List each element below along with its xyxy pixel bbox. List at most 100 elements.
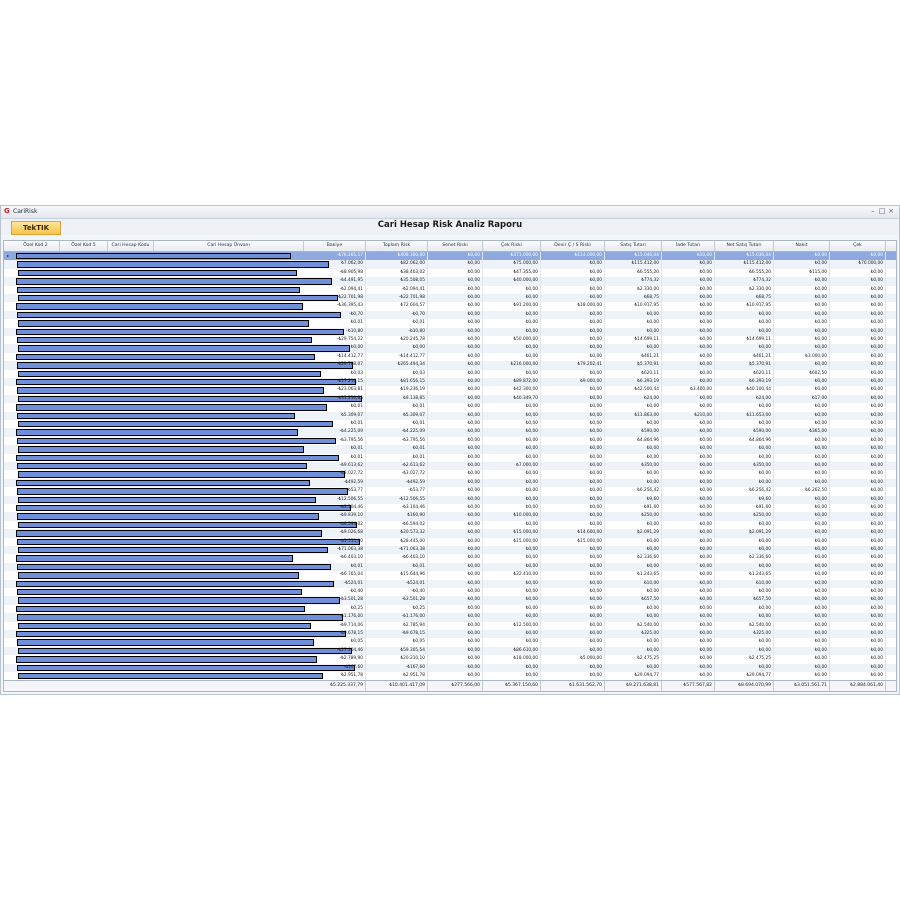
- table-row[interactable]: ₺0,05 ₺0,05 ₺0,00 ₺0,00 ₺0,00 ₺0,00 ₺0,00 ₺0,00…: [4, 638, 896, 647]
- table-row[interactable]: -₺9.678,15 -₺9.678,15 ₺0,00 ₺0,00 ₺0,00 ₺325,…: [4, 630, 896, 639]
- table-cell: ₺0,00: [605, 344, 662, 353]
- table-row[interactable]: -₺29.708,07 ₺265.494,34 ₺0,00 ₺216.000,00 ₺7…: [4, 361, 896, 370]
- table-row[interactable]: ₺0,01 ₺0,01 ₺0,00 ₺0,00 ₺0,00 ₺0,00 ₺0,00 ₺0,00…: [4, 319, 896, 328]
- table-cell: ₺0,01: [304, 319, 366, 328]
- column-header[interactable]: Cari Hesap Kodu: [108, 241, 154, 251]
- table-row[interactable]: -₺2.789,90 ₺20.210,10 ₺0,00 ₺18.000,00 ₺5.00…: [4, 655, 896, 664]
- table-row[interactable]: -₺29.754,22 ₺20.245,78 ₺0,00 ₺50.000,00 ₺0,0…: [4, 336, 896, 345]
- table-row[interactable]: -₺6.594,02 -₺6.594,02 ₺0,00 ₺0,00 ₺0,00 ₺0,00…: [4, 520, 896, 530]
- table-row[interactable]: ₺0,01 ₺0,01 ₺0,00 ₺0,00 ₺0,00 ₺0,00 ₺0,00 ₺0,00…: [4, 453, 896, 462]
- column-header[interactable]: Özel Kod 2: [12, 241, 60, 251]
- table-row[interactable]: -₺17.216,15 ₺81.656,15 ₺0,00 ₺89.872,00 ₺9.0…: [4, 378, 896, 387]
- table-row[interactable]: -₺4.225,09 -₺4.225,09 ₺0,00 ₺0,00 ₺0,00 ₺590,…: [4, 428, 896, 437]
- column-header[interactable]: Devir Ç / S Riski: [541, 241, 605, 251]
- table-row[interactable]: ▸ -₺76.265,17 ₺408.300,00 ₺0,00 ₺371.000,00 ₺…: [4, 252, 896, 261]
- column-header[interactable]: İade Tutarı: [662, 241, 715, 251]
- table-row[interactable]: -₺23.063,81 ₺19.236,19 ₺0,00 ₺42.300,00 ₺0,0…: [4, 386, 896, 395]
- row-indicator-icon: [4, 344, 12, 352]
- table-row[interactable]: -₺14.412,77 -₺14.412,77 ₺0,00 ₺0,00 ₺0,00 ₺46…: [4, 352, 896, 362]
- table-row[interactable]: ₺5.309,07 ₺5.309,07 ₺0,00 ₺0,00 ₺0,00 ₺11.863…: [4, 411, 896, 420]
- minimize-icon[interactable]: –: [869, 207, 877, 215]
- table-row[interactable]: -₺12.506,55 -₺12.506,55 ₺0,00 ₺0,00 ₺0,00 ₺9,…: [4, 495, 896, 504]
- table-row[interactable]: -₺9.839,10 ₺160,90 ₺0,00 ₺10.000,00 ₺0,00 ₺25…: [4, 512, 896, 521]
- table-row[interactable]: -₺492,59 -₺492,59 ₺0,00 ₺0,00 ₺0,00 ₺0,00 ₺0,0…: [4, 478, 896, 488]
- column-header[interactable]: Nakit: [774, 241, 830, 251]
- table-row[interactable]: -₺6.403,10 -₺6.403,10 ₺0,00 ₺0,00 ₺0,00 ₺2.33…: [4, 554, 896, 563]
- table-row[interactable]: -₺0,40 -₺0,40 ₺0,00 ₺0,00 ₺0,00 ₺0,00 ₺0,00 ₺0,…: [4, 588, 896, 597]
- table-cell: ₺0,00: [541, 436, 605, 446]
- table-row[interactable]: -₺8.905,98 ₺38.403,02 ₺0,00 ₺47.355,00 ₺0,00…: [4, 268, 896, 278]
- table-cell: ₺0,00: [830, 445, 886, 454]
- table-cell: ₺79.202,41: [541, 361, 605, 370]
- table-cell: ₺38.403,02: [366, 268, 428, 278]
- table-row[interactable]: ₺0,01 ₺0,01 ₺0,00 ₺0,00 ₺0,00 ₺0,00 ₺0,00 ₺0,00…: [4, 562, 896, 572]
- table-row[interactable]: -₺10,80 -₺10,80 ₺0,00 ₺0,00 ₺0,00 ₺0,00 ₺0,00 ₺…: [4, 327, 896, 336]
- table-cell: ₺0,00: [715, 344, 774, 353]
- table-cell: ₺7.000,00: [483, 462, 541, 471]
- table-cell: ₺0,00: [483, 352, 541, 362]
- table-row[interactable]: ₺0,03 ₺0,03 ₺0,00 ₺0,00 ₺0,00 ₺620,11 ₺0,00 ₺62…: [4, 369, 896, 378]
- table-cell: ₺0,00: [605, 546, 662, 555]
- table-cell: ₺6.256,42: [715, 487, 774, 496]
- total-cell: ₺9.271.638,81: [605, 681, 662, 691]
- table-row[interactable]: -₺3.501,28 -₺3.501,28 ₺0,00 ₺0,00 ₺0,00 ₺657,…: [4, 596, 896, 605]
- report-grid[interactable]: Özel Kod 2 Özel Kod 5 Cari Hesap Kodu Cari …: [3, 240, 897, 692]
- close-icon[interactable]: ×: [887, 207, 895, 215]
- maximize-icon[interactable]: □: [878, 207, 886, 215]
- table-row[interactable]: -₺22.701,98 -₺22.701,98 ₺0,00 ₺0,00 ₺0,00 ₺68…: [4, 294, 896, 303]
- column-header[interactable]: Senet Riski: [428, 241, 483, 251]
- column-header[interactable]: Satış Tutarı: [605, 241, 662, 251]
- table-cell: ₺0,00: [541, 546, 605, 555]
- table-row[interactable]: -₺53,77 -₺53,77 ₺0,00 ₺0,00 ₺0,00 ₺6.256,42 ₺0…: [4, 487, 896, 496]
- tektik-button[interactable]: TekTIK: [11, 221, 61, 235]
- table-row[interactable]: -₺3.795,56 -₺3.795,56 ₺0,00 ₺0,00 ₺0,00 ₺4.86…: [4, 436, 896, 446]
- column-header[interactable]: Çek: [830, 241, 886, 251]
- column-header[interactable]: Özel Kod 5: [60, 241, 108, 251]
- table-cell: ₺0,00: [830, 352, 886, 362]
- column-header[interactable]: Toplam Risk: [366, 241, 428, 251]
- table-row[interactable]: -₺36.395,43 ₺72.604,57 ₺0,00 ₺91.200,00 ₺18.…: [4, 302, 896, 311]
- table-row[interactable]: ₺7.062,00 ₺82.062,00 ₺0,00 ₺75.000,00 ₺0,00 ₺…: [4, 260, 896, 269]
- table-cell: ₺0,00: [774, 655, 830, 664]
- table-row[interactable]: -₺4.491,95 ₺35.508,05 ₺0,00 ₺40.000,00 ₺0,00…: [4, 277, 896, 286]
- table-row[interactable]: ₺0,00 ₺0,00 ₺0,00 ₺0,00 ₺0,00 ₺0,00 ₺0,00 ₺0,00…: [4, 344, 896, 353]
- table-row[interactable]: -₺3.104,46 -₺3.104,46 ₺0,00 ₺0,00 ₺0,00 ₺91,6…: [4, 504, 896, 513]
- table-row[interactable]: -₺524,01 -₺524,01 ₺0,00 ₺0,00 ₺0,00 ₺10,00 ₺0,…: [4, 579, 896, 588]
- table-row[interactable]: -₺1.555,00 ₺28.445,00 ₺0,00 ₺15.000,00 ₺15.0…: [4, 537, 896, 546]
- table-row[interactable]: -₺0,70 -₺0,70 ₺0,00 ₺0,00 ₺0,00 ₺0,00 ₺0,00 ₺0,…: [4, 310, 896, 320]
- table-row[interactable]: -₺167,60 -₺167,60 ₺0,00 ₺0,00 ₺0,00 ₺0,00 ₺0,0…: [4, 663, 896, 672]
- table-row[interactable]: -₺9.714,06 ₺2.785,94 ₺0,00 ₺12.500,00 ₺0,00 ₺…: [4, 621, 896, 630]
- table-row[interactable]: -₺3.027,72 -₺3.027,72 ₺0,00 ₺0,00 ₺0,00 ₺0,00…: [4, 470, 896, 479]
- table-row[interactable]: -₺6.765,04 ₺15.644,96 ₺0,00 ₺22.410,00 ₺0,00…: [4, 571, 896, 580]
- table-cell: ₺0,00: [830, 436, 886, 446]
- column-header[interactable]: Bakiye: [304, 241, 366, 251]
- table-row[interactable]: ₺0,01 ₺0,01 ₺0,00 ₺0,00 ₺0,00 ₺0,00 ₺0,00 ₺0,00…: [4, 445, 896, 454]
- table-row[interactable]: -₺2.094,41 -₺2.094,41 ₺0,00 ₺0,00 ₺0,00 ₺2.33…: [4, 285, 896, 294]
- table-row[interactable]: -₺27.304,46 ₺59.305,54 ₺0,00 ₺86.610,00 ₺0,0…: [4, 646, 896, 656]
- table-cell: ₺0,00: [662, 663, 715, 672]
- table-row[interactable]: -₺71.063,38 -₺71.063,38 ₺0,00 ₺0,00 ₺0,00 ₺0,…: [4, 546, 896, 555]
- column-header[interactable]: Cari Hesap Ünvanı: [154, 241, 304, 251]
- table-cell: -₺2.094,41: [304, 285, 366, 294]
- table-cell: ₺42.300,00: [483, 386, 541, 395]
- column-header[interactable]: Çek Riski: [483, 241, 541, 251]
- row-indicator-icon: [4, 260, 12, 268]
- table-cell: ₺0,00: [774, 277, 830, 286]
- table-cell: ₺0,00: [428, 520, 483, 530]
- table-row[interactable]: -₺9.613,62 -₺2.613,62 ₺0,00 ₺7.000,00 ₺0,00 ₺…: [4, 462, 896, 471]
- table-row[interactable]: ₺0,25 ₺0,25 ₺0,00 ₺0,00 ₺0,00 ₺0,00 ₺0,00 ₺0,00…: [4, 604, 896, 614]
- table-row[interactable]: -₺9.026,68 ₺20.573,32 ₺0,00 ₺15.000,00 ₺14.6…: [4, 529, 896, 538]
- table-cell: ₺0,00: [483, 453, 541, 462]
- table-row[interactable]: ₺0,01 ₺0,01 ₺0,00 ₺0,00 ₺0,00 ₺0,00 ₺0,00 ₺0,00…: [4, 420, 896, 429]
- table-cell: ₺10,00: [715, 579, 774, 588]
- table-row[interactable]: -₺31.210,85 ₺9.138,85 ₺0,00 ₺40.349,70 ₺0,00…: [4, 394, 896, 404]
- table-cell: ₺0,00: [483, 504, 541, 513]
- column-header[interactable]: Net Satış Tutarı: [715, 241, 774, 251]
- table-cell: ₺0,00: [830, 310, 886, 320]
- table-row[interactable]: ₺0,01 ₺0,01 ₺0,00 ₺0,00 ₺0,00 ₺0,00 ₺0,00 ₺0,00…: [4, 403, 896, 412]
- table-cell: ₺250,00: [605, 512, 662, 521]
- table-cell: -₺76.265,17: [304, 252, 366, 261]
- table-cell: ₺0,00: [830, 319, 886, 328]
- row-indicator-icon: [4, 361, 12, 369]
- table-row[interactable]: -₺1.176,00 -₺1.176,00 ₺0,00 ₺0,00 ₺0,00 ₺0,00…: [4, 613, 896, 622]
